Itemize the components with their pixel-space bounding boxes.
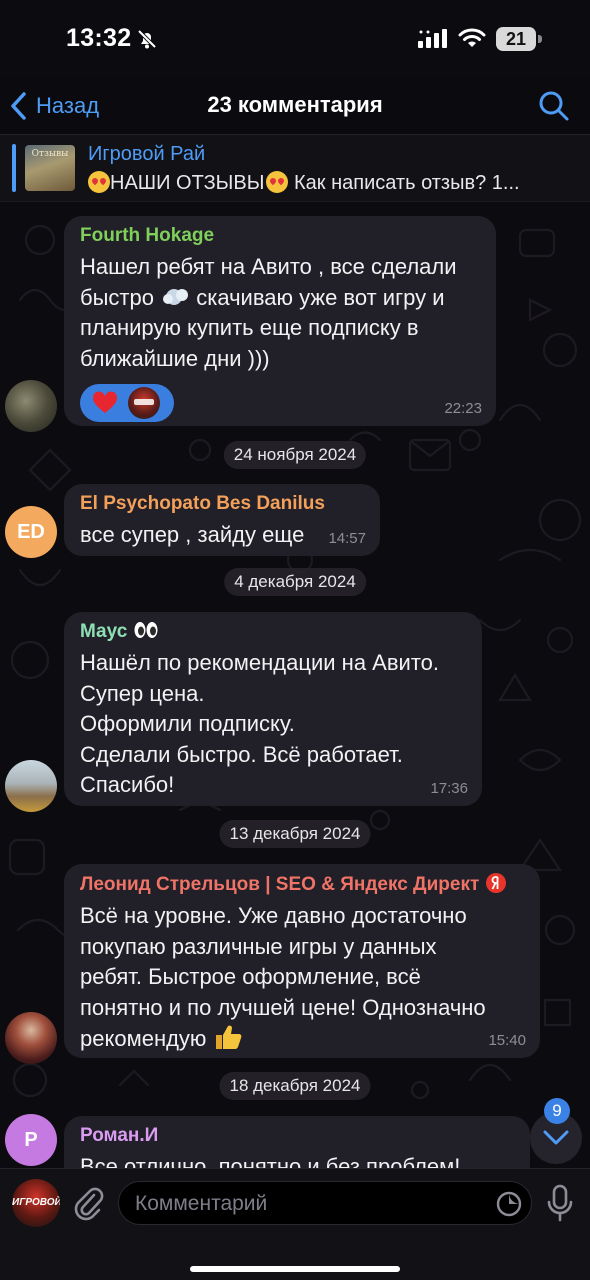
status-bar: 13:32 21 — [0, 0, 590, 78]
message-line: планирую купить еще подписку в — [80, 315, 419, 340]
pinned-post[interactable]: Отзывы Игровой Рай НАШИ ОТЗЫВЫ Как напис… — [0, 134, 590, 202]
message-bubble[interactable]: El Psychopato Bes Danilus все супер , за… — [64, 484, 380, 556]
reactions[interactable] — [80, 384, 174, 422]
message-line: Всё на уровне. Уже давно достаточно — [80, 903, 467, 928]
date-separator: 18 декабря 2024 — [219, 1072, 371, 1100]
date-separator: 13 декабря 2024 — [219, 820, 371, 848]
message-line: Нашёл по рекомендации на Авито. — [80, 650, 439, 675]
message-line: Супер цена. — [80, 680, 205, 706]
message-bubble[interactable]: Fourth Hokage Нашел ребят на Авито , все… — [64, 216, 496, 426]
sticker-icon[interactable] — [495, 1190, 523, 1218]
sender-name: El Psychopato Bes Danilus — [80, 493, 325, 514]
message-time: 22:23 — [444, 400, 482, 417]
sender-name: Fourth Hokage — [80, 225, 215, 246]
heart-eyes-icon — [266, 171, 289, 193]
sender-name: Маус — [80, 620, 466, 644]
battery-indicator: 21 — [496, 27, 542, 51]
date-separator: 4 декабря 2024 — [224, 568, 366, 596]
yandex-icon — [485, 873, 506, 893]
sender-name: Роман.И — [80, 1125, 159, 1146]
message-line: Сделали быстро. Всё работает. — [80, 741, 403, 767]
message-line: все супер , зайду еще — [80, 522, 305, 547]
message-line: покупаю различные игры у данных — [80, 933, 437, 959]
message-line: Спасибо! — [80, 772, 175, 797]
message-text: Всё на уровне. Уже давно достаточно поку… — [80, 901, 524, 1055]
eyes-icon — [134, 622, 158, 638]
bell-muted-icon — [137, 29, 157, 49]
message-line: Нашел ребят на Авито , все сделали — [80, 254, 457, 279]
message-time: 14:57 — [328, 530, 366, 547]
chat-screen: 13:32 21 Назад 23 комментария Отзывы Игр… — [0, 0, 590, 1280]
message-text: все супер , зайду еще — [80, 520, 364, 551]
pinned-text-main: НАШИ ОТЗЫВЫ — [110, 172, 265, 194]
chevron-down-icon — [543, 1130, 569, 1145]
avatar[interactable] — [5, 760, 57, 812]
message-text: Нашел ребят на Авито , все сделали быстр… — [80, 252, 480, 374]
microphone-icon[interactable] — [546, 1184, 574, 1222]
message-line: ближайшие дни ))) — [80, 345, 270, 371]
message-line: ребят. Быстрое оформление, всё — [80, 964, 421, 989]
search-icon[interactable] — [538, 90, 570, 122]
pinned-indicator — [12, 144, 16, 192]
sender-name-text: Леонид Стрельцов | SEO & Яндекс Директ — [80, 874, 480, 895]
thumbs-up-icon — [215, 1025, 241, 1049]
message-line: быстро скачиваю уже вот игру и — [80, 283, 480, 314]
message-line: Оформили подписку. — [80, 711, 295, 736]
avatar-initials: ED — [17, 520, 45, 543]
pinned-thumbnail: Отзывы — [25, 145, 75, 191]
comment-input[interactable]: Комментарий — [118, 1181, 532, 1225]
message-line-part: рекомендую — [80, 1026, 207, 1051]
pinned-thumbnail-caption: Отзывы — [31, 149, 69, 159]
message-line-part: быстро — [80, 284, 154, 310]
wifi-icon — [458, 28, 486, 47]
message-time: 17:36 — [430, 780, 468, 797]
avatar[interactable]: ED — [5, 506, 57, 558]
message-line: рекомендую — [80, 1023, 524, 1055]
pinned-text: НАШИ ОТЗЫВЫ Как написать отзыв? 1... — [88, 171, 578, 195]
paperclip-icon[interactable] — [72, 1185, 104, 1221]
status-time: 13:32 — [66, 24, 132, 52]
avatar[interactable] — [5, 380, 57, 432]
message-bubble[interactable]: Маус Нашёл по рекомендации на Авито. Суп… — [64, 612, 482, 806]
message-line-part: скачиваю уже вот игру и — [196, 284, 445, 310]
message-time: 15:40 — [488, 1032, 526, 1049]
heart-reaction-icon[interactable] — [92, 391, 118, 415]
sender-name: Леонид Стрельцов | SEO & Яндекс Директ — [80, 872, 524, 897]
heart-eyes-icon — [88, 171, 110, 193]
date-separator: 24 ноября 2024 — [223, 441, 367, 469]
send-as-avatar[interactable]: ИГРОВОЙ — [12, 1179, 60, 1227]
unread-count-badge: 9 — [544, 1098, 570, 1124]
header: Назад 23 комментария — [0, 78, 590, 134]
pinned-text-rest: Как написать отзыв? 1... — [288, 172, 520, 194]
pinned-channel-name: Игровой Рай — [88, 143, 206, 165]
comment-input-placeholder: Комментарий — [135, 1192, 268, 1215]
composer: ИГРОВОЙ Комментарий — [0, 1168, 590, 1280]
avatar-initials: Р — [24, 1128, 38, 1151]
reactor-avatar — [128, 387, 160, 419]
message-text: Нашёл по рекомендации на Авито. Супер це… — [80, 648, 466, 801]
dash-icon — [163, 288, 189, 305]
avatar[interactable] — [5, 1012, 57, 1064]
avatar[interactable]: Р — [5, 1114, 57, 1166]
signal-icon — [418, 29, 447, 48]
sender-name-text: Маус — [80, 621, 128, 642]
send-as-label: ИГРОВОЙ — [12, 1197, 60, 1208]
battery-level: 21 — [505, 29, 527, 49]
page-title: 23 комментария — [207, 92, 383, 117]
message-line: понятно и по лучшей цене! Однозначно — [80, 994, 486, 1020]
home-indicator[interactable] — [190, 1266, 400, 1272]
message-bubble[interactable]: Леонид Стрельцов | SEO & Яндекс Директ В… — [64, 864, 540, 1058]
